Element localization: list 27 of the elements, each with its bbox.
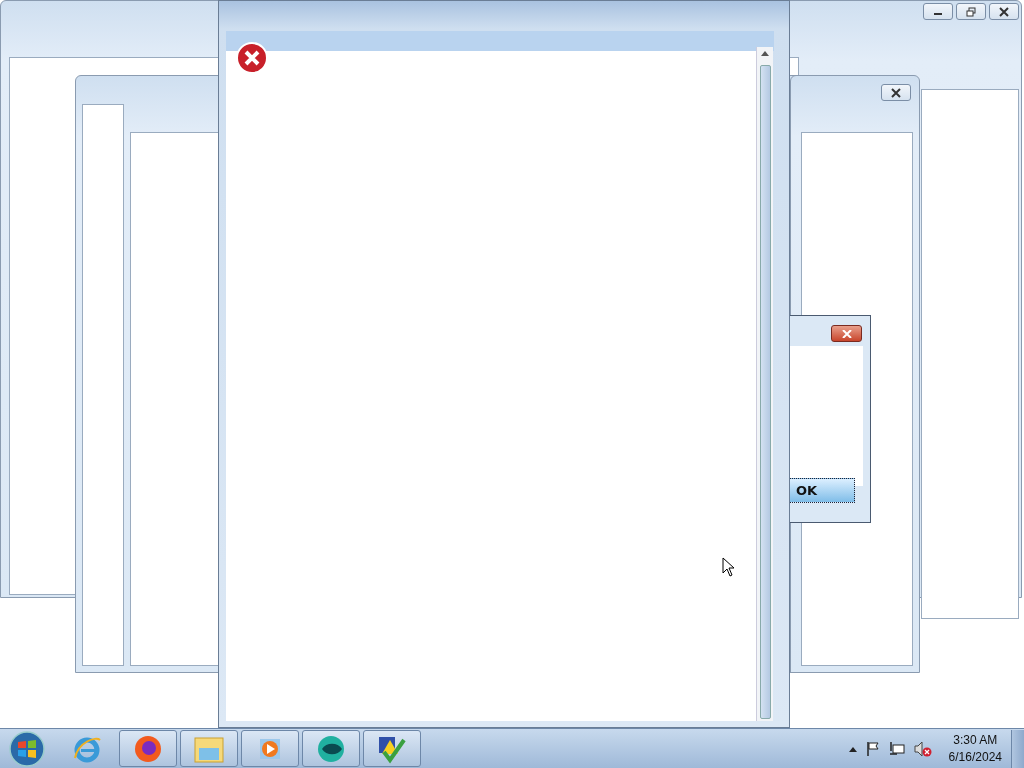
restore-icon bbox=[966, 6, 976, 17]
clock[interactable]: 3:30 AM 6/16/2024 bbox=[948, 731, 1002, 766]
error-icon bbox=[236, 42, 268, 74]
minimize-button[interactable] bbox=[923, 3, 953, 20]
speaker-muted-icon[interactable] bbox=[913, 740, 932, 757]
scrollbar[interactable] bbox=[756, 47, 773, 721]
close-button[interactable] bbox=[881, 84, 911, 101]
show-desktop-button[interactable] bbox=[1011, 729, 1024, 768]
taskbar-button[interactable] bbox=[363, 730, 421, 767]
sphere-icon bbox=[316, 733, 346, 764]
show-hidden-icons-icon[interactable] bbox=[848, 745, 857, 752]
browser-icon bbox=[133, 733, 163, 764]
taskbar-button[interactable] bbox=[119, 730, 177, 767]
mouse-cursor bbox=[722, 557, 736, 577]
flag-icon[interactable] bbox=[865, 740, 880, 757]
date-text: 6/16/2024 bbox=[948, 748, 1002, 766]
close-icon bbox=[841, 329, 852, 338]
start-button[interactable] bbox=[8, 729, 46, 768]
restore-button[interactable] bbox=[956, 3, 986, 20]
close-button[interactable] bbox=[831, 325, 862, 342]
taskbar-button[interactable] bbox=[302, 730, 360, 767]
close-button[interactable] bbox=[989, 3, 1019, 20]
network-icon[interactable] bbox=[888, 740, 905, 757]
close-icon bbox=[999, 6, 1009, 17]
time-text: 3:30 AM bbox=[953, 731, 998, 749]
ok-button[interactable]: OK bbox=[789, 478, 855, 503]
close-icon bbox=[891, 87, 901, 98]
